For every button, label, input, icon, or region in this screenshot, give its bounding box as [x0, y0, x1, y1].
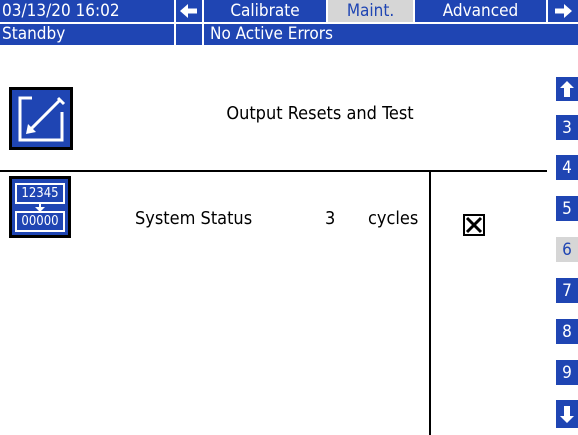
tab-calibrate[interactable]: Calibrate: [204, 0, 326, 22]
row-checkbox[interactable]: [463, 214, 485, 236]
page-6-button[interactable]: 6: [556, 237, 578, 262]
row-value: 3: [325, 208, 336, 229]
page-4-button[interactable]: 4: [556, 155, 578, 180]
page-5-button[interactable]: 5: [556, 196, 578, 221]
page-3-button[interactable]: 3: [556, 115, 578, 140]
errors-bar: No Active Errors: [204, 24, 578, 45]
page-down-button[interactable]: [556, 400, 578, 428]
tab-maint[interactable]: Maint.: [328, 0, 413, 22]
page-8-button[interactable]: 8: [556, 319, 578, 344]
divider-horizontal: [0, 170, 547, 172]
next-screen-button[interactable]: [548, 0, 578, 22]
status-indicator: [176, 24, 202, 45]
edit-pencil-icon: [18, 94, 68, 142]
system-status-bar: Standby: [0, 24, 174, 45]
page-7-button[interactable]: 7: [556, 278, 578, 303]
tab-advanced[interactable]: Advanced: [415, 0, 546, 22]
page-title: Output Resets and Test: [226, 103, 414, 124]
datetime: 03/13/20 16:02: [0, 0, 174, 22]
checkbox-checked-icon: [463, 214, 485, 236]
divider-vertical: [429, 170, 431, 435]
edit-button[interactable]: [9, 87, 73, 150]
prev-screen-button[interactable]: [176, 0, 202, 22]
page-9-button[interactable]: 9: [556, 360, 578, 385]
arrow-right-icon: [555, 4, 572, 18]
arrow-up-icon: [560, 81, 574, 97]
counter-bottom-text: 00000: [21, 214, 59, 229]
arrow-down-icon: [560, 406, 574, 423]
row-unit: cycles: [368, 208, 419, 229]
row-label: System Status: [135, 208, 253, 229]
arrow-left-icon: [180, 4, 197, 18]
page-up-button[interactable]: [556, 77, 578, 101]
reset-counter-button[interactable]: 12345 00000: [9, 176, 71, 238]
counter-top-text: 12345: [21, 186, 59, 201]
